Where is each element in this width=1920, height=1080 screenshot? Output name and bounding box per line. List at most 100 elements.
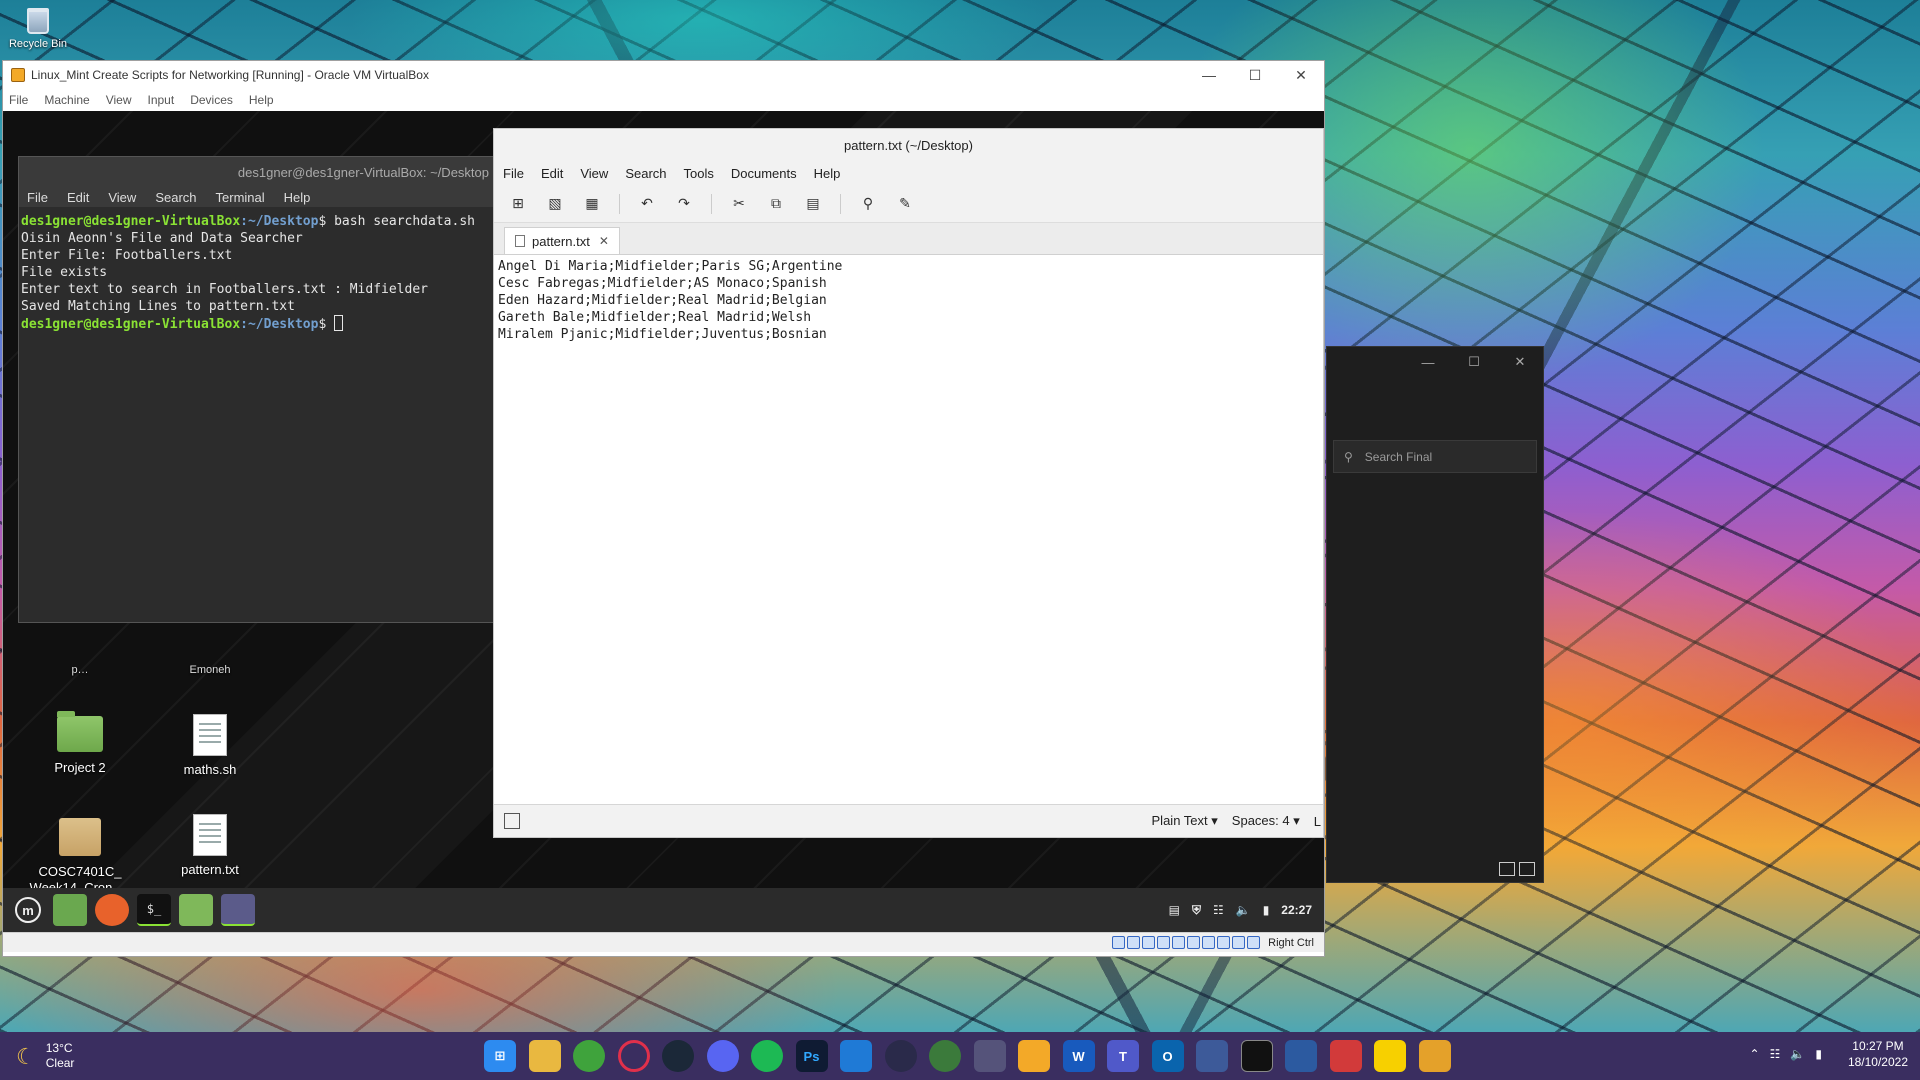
mouse-integration-icon[interactable] [1247,936,1261,949]
virtualbox-icon[interactable] [1018,1040,1050,1072]
desktop-icon-project-2[interactable]: Project 2 [25,711,135,776]
desktop-icon-cut-left[interactable]: p… [25,662,135,678]
editor-menu-documents[interactable]: Documents [731,166,797,181]
teams-icon[interactable]: T [1107,1040,1139,1072]
undo-icon[interactable]: ↶ [637,194,657,214]
vbox-menu-devices[interactable]: Devices [190,93,233,107]
steam-icon[interactable] [662,1040,694,1072]
terminal-menu-file[interactable]: File [27,190,48,205]
opera-icon[interactable] [617,1040,650,1072]
xbox-icon[interactable] [573,1040,605,1072]
open-document-icon[interactable]: ▧ [545,194,565,214]
editor-menu-tools[interactable]: Tools [684,166,714,181]
powershell-icon[interactable] [1285,1040,1317,1072]
maximize-button[interactable]: ☐ [1232,61,1278,89]
tiles-view-icon[interactable] [1519,862,1535,876]
shared-folder-icon[interactable] [1187,936,1201,949]
save-icon[interactable]: ▦ [582,194,602,214]
terminal-menu-view[interactable]: View [108,190,136,205]
battery-icon[interactable]: ▮ [1263,903,1270,917]
desktop-icon-pattern-txt[interactable]: pattern.txt [155,814,265,878]
word-icon[interactable]: W [1062,1040,1095,1072]
app-extra-icon[interactable] [1418,1040,1451,1072]
editor-menu-search[interactable]: Search [625,166,666,181]
close-button[interactable]: ✕ [1497,347,1543,377]
vbox-menu-view[interactable]: View [106,93,132,107]
desktop-icon-cron-archive[interactable]: COSC7401C_ Week14_Cron_... [25,818,135,896]
network-icon[interactable]: ☷ [1770,1047,1781,1061]
desktop-icon-maths-sh[interactable]: maths.sh [155,714,265,778]
cut-icon[interactable]: ✂ [729,194,749,214]
text-editor-launcher-icon[interactable] [221,894,255,926]
editor-titlebar[interactable]: pattern.txt (~/Desktop) [494,129,1323,161]
terminal-window[interactable]: des1gner@des1gner-VirtualBox: ~/Desktop … [18,156,498,623]
cpu-icon[interactable] [1232,936,1246,949]
sticky-notes-icon[interactable] [1374,1040,1406,1072]
vbox-menu-input[interactable]: Input [148,93,175,107]
recording-icon[interactable] [1217,936,1231,949]
paste-icon[interactable]: ▤ [803,194,823,214]
cube-icon[interactable] [973,1040,1006,1072]
discord-icon[interactable] [706,1040,739,1072]
harddisk-icon[interactable] [1112,936,1126,949]
snipping-tool-icon[interactable] [1329,1040,1362,1072]
network-icon[interactable]: ☷ [1213,903,1224,917]
weather-widget[interactable]: ☾ 13°C Clear [16,1041,74,1071]
terminal-launcher-icon[interactable]: $_ [137,894,171,926]
editor-text-area[interactable]: Angel Di Maria;Midfielder;Paris SG;Argen… [494,255,1323,346]
details-view-icon[interactable] [1499,862,1515,876]
redo-icon[interactable]: ↷ [674,194,694,214]
terminal-menu-edit[interactable]: Edit [67,190,89,205]
replace-icon[interactable]: ✎ [895,194,915,214]
new-document-icon[interactable]: ⊞ [508,194,528,214]
outlook-icon[interactable]: O [1151,1040,1184,1072]
editor-menu-edit[interactable]: Edit [541,166,563,181]
file-explorer-window[interactable]: — ☐ ✕ ⚲ Search Final [1326,346,1544,883]
eclipse-icon[interactable] [884,1040,917,1072]
maximize-button[interactable]: ☐ [1451,347,1497,377]
game-icon[interactable] [929,1040,961,1072]
editor-menu-help[interactable]: Help [814,166,841,181]
minimize-button[interactable]: — [1405,347,1451,377]
search-icon[interactable]: ⚲ [858,194,878,214]
network-tool-icon[interactable] [1196,1040,1228,1072]
battery-icon[interactable]: ▮ [1815,1047,1822,1061]
firefox-launcher-icon[interactable] [95,894,129,926]
network-adapter-icon[interactable] [1157,936,1171,949]
text-editor-window[interactable]: pattern.txt (~/Desktop) File Edit View S… [493,128,1324,838]
vbox-menu-file[interactable]: File [9,93,28,107]
terminal-menu-search[interactable]: Search [155,190,196,205]
taskbar-clock[interactable]: 10:27 PM 18/10/2022 [1848,1038,1908,1070]
volume-icon[interactable]: 🔈 [1790,1047,1805,1061]
photoshop-icon[interactable]: Ps [795,1040,828,1072]
mint-menu-button[interactable]: m [11,894,45,926]
command-prompt-icon[interactable] [1240,1040,1273,1072]
minimize-button[interactable]: — [1186,61,1232,89]
close-tab-icon[interactable]: ✕ [599,234,609,248]
volume-icon[interactable]: 🔈 [1236,903,1251,917]
vbox-menu-machine[interactable]: Machine [44,93,89,107]
side-panel-toggle-icon[interactable] [504,813,520,829]
recycle-bin-icon[interactable]: Recycle Bin [6,8,70,50]
vscode-icon[interactable] [840,1040,872,1072]
display-icon[interactable] [1202,936,1216,949]
optical-drive-icon[interactable] [1127,936,1141,949]
close-button[interactable]: ✕ [1278,61,1324,89]
terminal-titlebar[interactable]: des1gner@des1gner-VirtualBox: ~/Desktop [19,157,497,187]
search-input[interactable]: ⚲ Search Final [1333,440,1537,473]
terminal-output[interactable]: des1gner@des1gner-VirtualBox:~/Desktop$ … [19,207,497,339]
terminal-menu-help[interactable]: Help [284,190,311,205]
file-explorer-icon[interactable] [528,1040,561,1072]
chevron-up-icon[interactable]: ⌃ [1750,1047,1760,1061]
spotify-icon[interactable] [751,1040,783,1072]
clipboard-icon[interactable]: ▤ [1169,903,1180,917]
editor-menu-file[interactable]: File [503,166,524,181]
shield-icon[interactable]: ⛨ [1192,903,1201,918]
tab-pattern-txt[interactable]: pattern.txt ✕ [504,227,620,254]
usb-icon[interactable] [1172,936,1186,949]
copy-icon[interactable]: ⧉ [766,194,786,214]
tab-width-dropdown[interactable]: Spaces: 4 [1232,813,1300,829]
desktop-icon-cut-right[interactable]: Emoneh [155,662,265,678]
files-launcher-icon[interactable] [53,894,87,926]
audio-icon[interactable] [1142,936,1156,949]
